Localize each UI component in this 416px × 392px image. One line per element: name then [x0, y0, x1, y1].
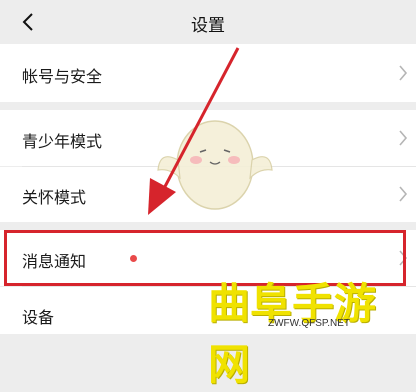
navigation-bar: 设置: [0, 0, 416, 44]
watermark-url: ZWFW.QFSP.NET: [268, 318, 351, 329]
settings-row-account-security[interactable]: 帐号与安全: [0, 44, 416, 102]
row-label: 帐号与安全: [22, 67, 103, 86]
row-label: 设备: [22, 308, 55, 327]
chevron-right-icon: [399, 65, 408, 81]
page-title: 设置: [191, 16, 225, 36]
row-label: 青少年模式: [22, 132, 103, 151]
watermark-logo: 曲阜手游网: [208, 279, 377, 389]
row-label: 关怀模式: [22, 188, 87, 207]
settings-row-care-mode[interactable]: 关怀模式: [0, 167, 416, 222]
chevron-right-icon: [399, 186, 408, 202]
chevron-right-icon: [399, 250, 408, 266]
unread-dot-badge: [130, 255, 137, 262]
chevron-right-icon: [399, 130, 408, 146]
row-label: 消息通知: [22, 252, 87, 271]
settings-row-teen-mode[interactable]: 青少年模式: [0, 110, 416, 166]
